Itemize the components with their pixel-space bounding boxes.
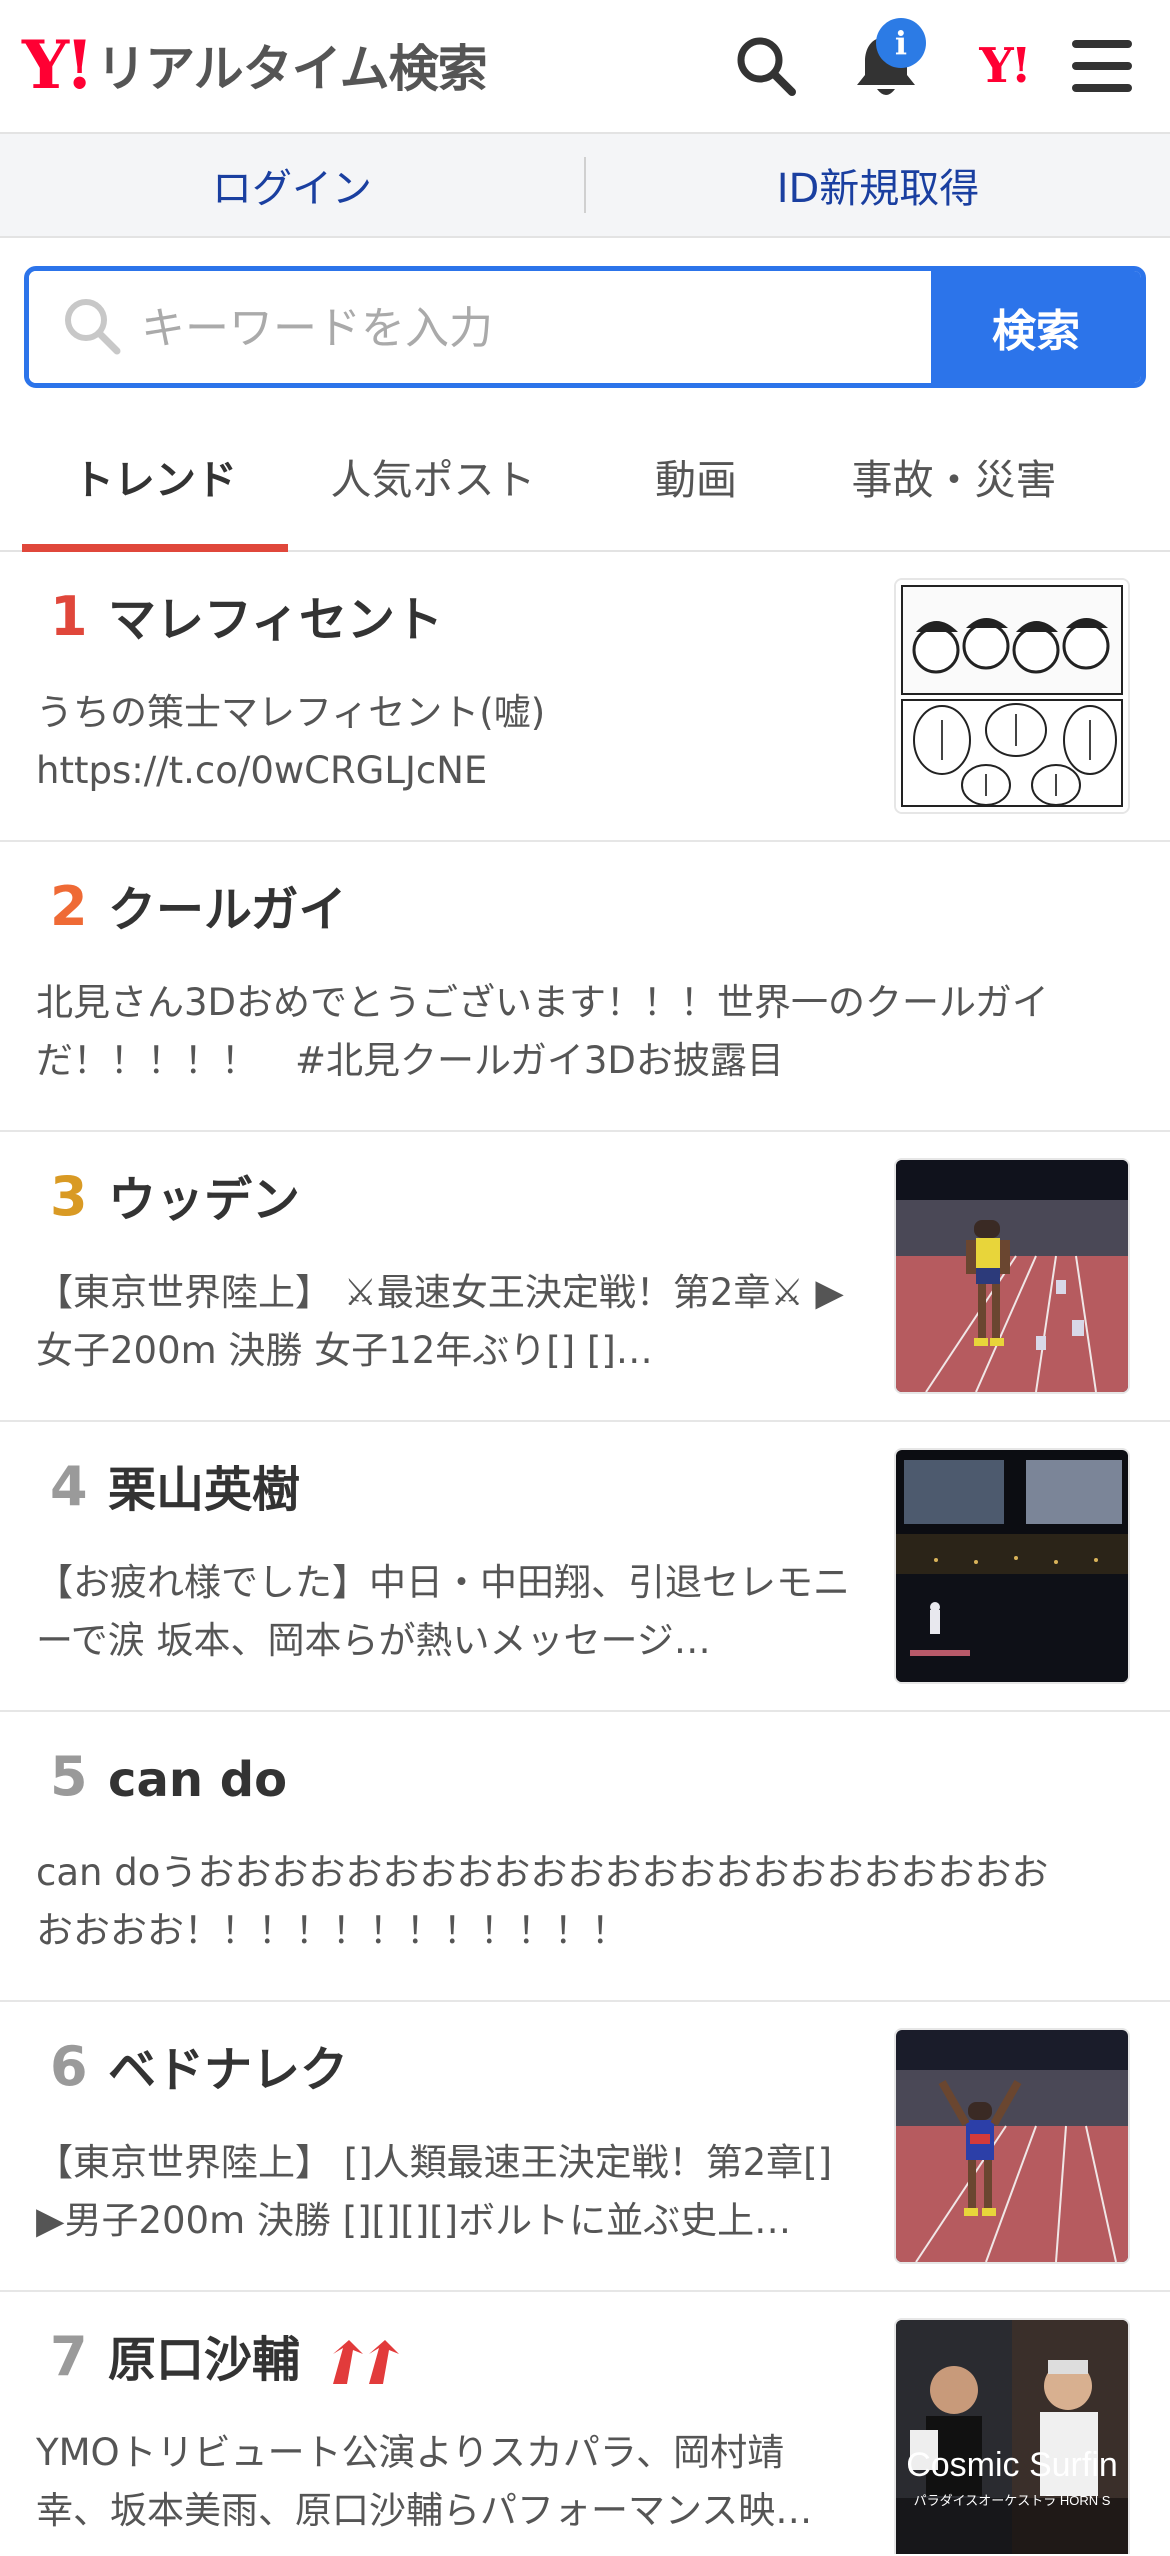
trend-thumbnail-track-usa[interactable] [894,2028,1130,2264]
trend-description: 【東京世界陸上】 []人類最速王決定戦！第2章[] ▶男子200m 決勝 [][… [36,2141,833,2242]
trend-thumbnail-stadium[interactable] [894,1448,1130,1684]
trend-keyword: ベドナレク [108,2042,349,2098]
trend-description: 【お疲れ様でした】中日・中田翔、引退セレモニーで涙 坂本、岡本らが熱いメッセージ… [36,1561,850,1662]
trend-item[interactable]: 3 ウッデン 【東京世界陸上】 ⚔最速女王決定戦！第2章⚔ ▶女子200m 決勝… [0,1132,1170,1422]
search-input-wrapper [29,271,931,383]
tab-popular-posts[interactable]: 人気ポスト [288,402,578,550]
trend-thumbnail-manga[interactable] [894,578,1130,814]
signup-link[interactable]: ID新規取得 [586,156,1170,214]
yahoo-logo-mark: Y! [22,26,94,104]
trend-item[interactable]: 6 ベドナレク 【東京世界陸上】 []人類最速王決定戦！第2章[] ▶男子200… [0,2002,1170,2292]
trend-description: can doうおおおおおおおおおおおおおおおおおおおおおおおおおおお！！！！！！… [36,1851,1049,1952]
trend-item[interactable]: 5 can do can doうおおおおおおおおおおおおおおおおおおおおおおおお… [0,1712,1170,2002]
trend-keyword: ウッデン [108,1172,301,1228]
trend-rank: 6 [50,2035,88,2098]
logo-text: リアルタイム検索 [96,40,487,98]
trend-rank: 2 [50,875,88,938]
trend-thumbnail-track[interactable] [894,1158,1130,1394]
trend-thumbnail-concert[interactable]: Cosmic Surfin パラダイスオーケストラ HORN S [894,2318,1130,2554]
trend-item[interactable]: 4 栗山英樹 【お疲れ様でした】中日・中田翔、引退セレモニーで涙 坂本、岡本らが… [0,1422,1170,1712]
trend-description: うちの策士マレフィセント(嘘) https://t.co/0wCRGLJcNE [36,691,546,792]
tab-trend[interactable]: トレンド [22,402,288,552]
tab-videos[interactable]: 動画 [578,402,814,550]
trend-keyword: クールガイ [108,882,347,938]
thumbnail-caption: Cosmic Surfin [906,2446,1118,2484]
category-tabs: トレンド 人気ポスト 動画 事故・災害 [0,402,1170,552]
trend-keyword-row: 原口沙輔 [108,2334,413,2387]
app-header: Y! リアルタイム検索 i Y! [0,0,1170,134]
trend-item[interactable]: 7 原口沙輔 YMOトリビュート公演よりスカパラ、岡村靖幸、坂本美雨、原口沙輔ら… [0,2292,1170,2556]
search-area: 検索 [0,266,1170,388]
search-input[interactable] [139,271,925,383]
trend-rank: 1 [50,585,88,648]
trend-item[interactable]: 2 クールガイ 北見さん3Dおめでとうございます！！！世界一のクールガイだ！！！… [0,842,1170,1132]
rising-arrows-icon [329,2340,413,2386]
yahoo-mini-logo: Y! [979,38,1031,94]
trend-description: YMOトリビュート公演よりスカパラ、岡村靖幸、坂本美雨、原口沙輔らパフォーマンス… [36,2431,813,2532]
notification-badge: i [876,18,926,68]
yahoo-top-link[interactable]: Y! [966,28,1042,104]
search-button[interactable]: 検索 [931,271,1141,383]
trend-rank: 7 [50,2325,88,2388]
notification-bell-icon[interactable]: i [848,18,926,104]
thumbnail-subcaption: パラダイスオーケストラ HORN S [913,2493,1111,2508]
trend-keyword: マレフィセント [108,592,444,648]
tab-accidents-disasters[interactable]: 事故・災害 [814,402,1094,550]
trend-rank: 4 [50,1455,88,1518]
trend-rank: 3 [50,1165,88,1228]
trend-list: 1 マレフィセント うちの策士マレフィセント(嘘) https://t.co/0… [0,552,1170,2556]
search-icon[interactable] [728,28,804,104]
login-link[interactable]: ログイン [0,156,584,214]
trend-item[interactable]: 1 マレフィセント うちの策士マレフィセント(嘘) https://t.co/0… [0,552,1170,842]
menu-icon[interactable] [1064,28,1140,104]
search-icon [61,295,123,361]
trend-keyword: can do [108,1752,288,1808]
trend-keyword: 原口沙輔 [108,2332,301,2388]
trend-description: 【東京世界陸上】 ⚔最速女王決定戦！第2章⚔ ▶女子200m 決勝 女子12年ぶ… [36,1271,844,1372]
search-form: 検索 [24,266,1146,388]
trend-keyword: 栗山英樹 [108,1462,301,1518]
trend-rank: 5 [50,1745,88,1808]
login-bar: ログイン ID新規取得 [0,134,1170,238]
trend-description: 北見さん3Dおめでとうございます！！！世界一のクールガイだ！！！！！ #北見クー… [36,981,1049,1082]
yahoo-realtime-logo[interactable]: Y! リアルタイム検索 [22,26,488,104]
